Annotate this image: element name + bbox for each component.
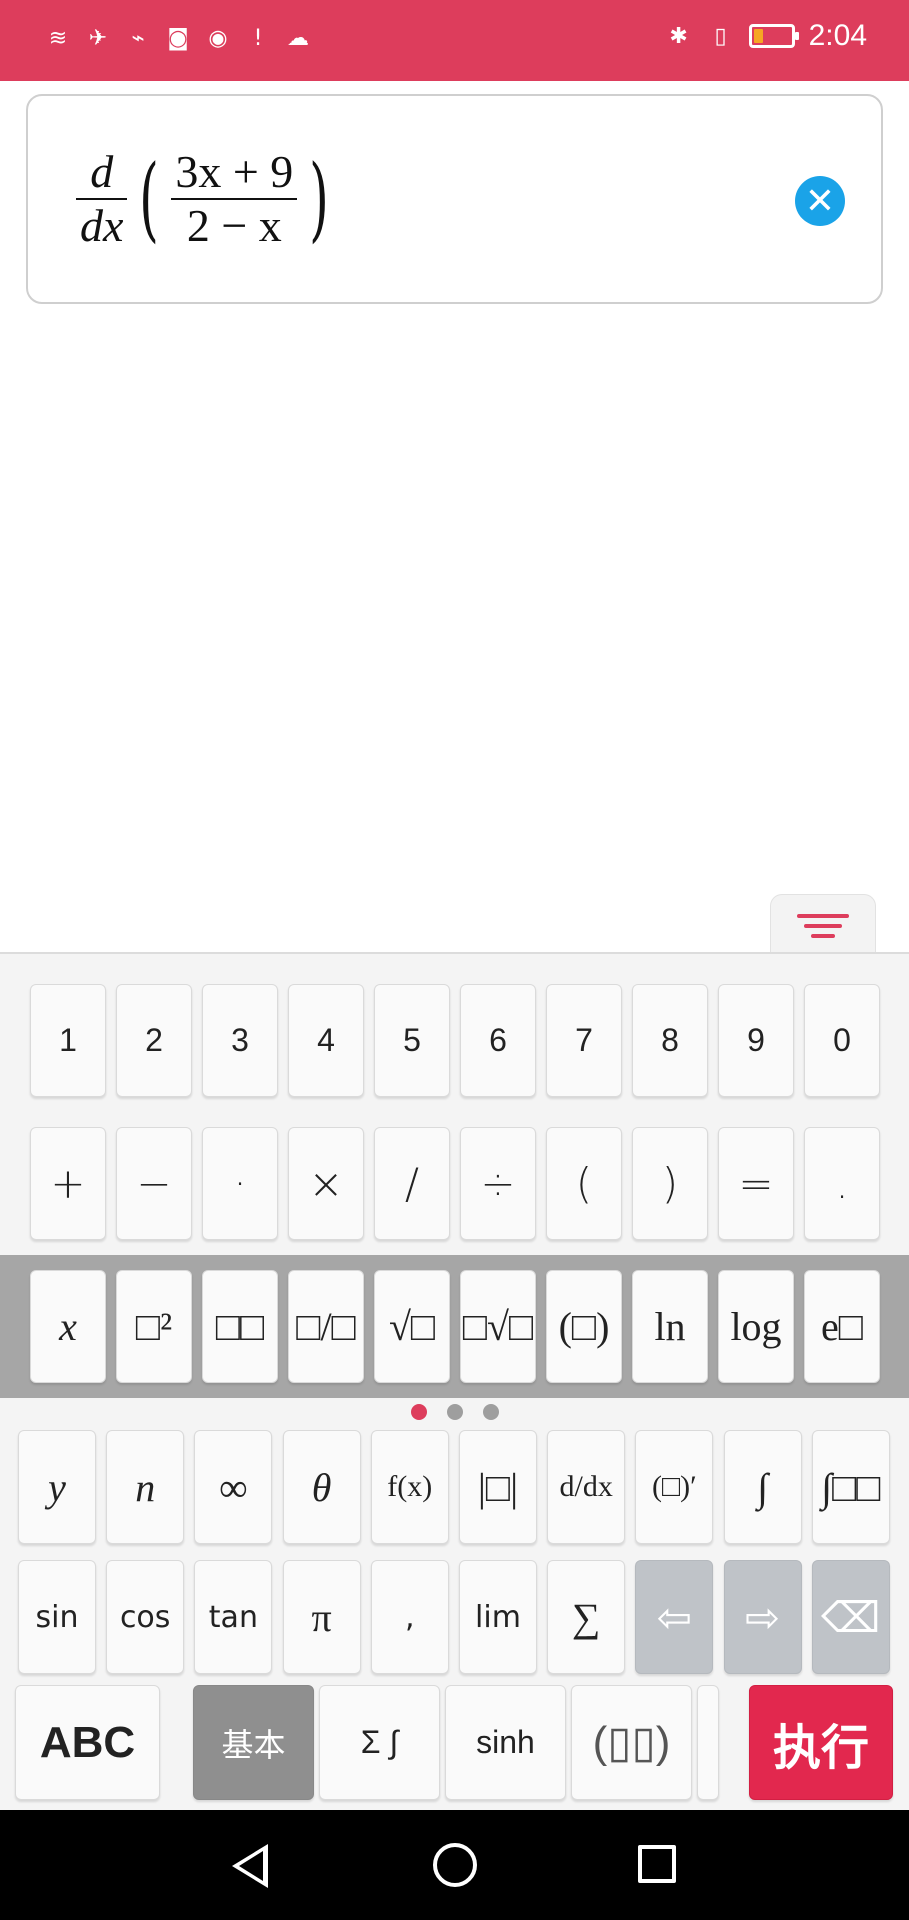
function-key[interactable]: sin <box>18 1560 96 1674</box>
tab-sigma-integral[interactable]: Σ ∫ <box>319 1685 440 1800</box>
symbol-key[interactable]: y <box>18 1430 96 1544</box>
template-key[interactable]: e□ <box>804 1270 880 1383</box>
inner-numerator: 3x + 9 <box>175 146 294 197</box>
game-icon: ◙ <box>167 25 189 51</box>
tab-basic[interactable]: 基本 <box>193 1685 314 1800</box>
digit-key[interactable]: 2 <box>116 984 192 1097</box>
operator-key[interactable]: · <box>202 1127 278 1240</box>
function-key[interactable]: cos <box>106 1560 185 1674</box>
digit-key[interactable]: 5 <box>374 984 450 1097</box>
expression-input[interactable]: d dx ( 3x + 9 2 − x ) ✕ <box>26 94 883 304</box>
status-right-icons: ✱ ▯ 2:04 <box>665 18 867 54</box>
template-key[interactable]: √□ <box>374 1270 450 1383</box>
digit-key[interactable]: 1 <box>30 984 106 1097</box>
function-key[interactable]: lim <box>459 1560 537 1674</box>
digit-key[interactable]: 4 <box>288 984 364 1097</box>
digit-key[interactable]: 7 <box>546 984 622 1097</box>
symbol-key[interactable]: n <box>106 1430 185 1544</box>
uc-browser-icon: ☁ <box>287 25 309 51</box>
left-paren: ( <box>139 145 160 253</box>
digit-key[interactable]: 0 <box>804 984 880 1097</box>
operator-key[interactable]: ) <box>632 1127 708 1240</box>
expression-math: d dx ( 3x + 9 2 − x ) <box>72 145 337 253</box>
navigation-bar <box>0 1810 909 1920</box>
symbol-key[interactable]: ∞ <box>194 1430 273 1544</box>
back-icon-inner <box>239 1851 263 1881</box>
operator-key[interactable]: / <box>374 1127 450 1240</box>
function-key[interactable]: tan <box>194 1560 273 1674</box>
inner-denominator: 2 − x <box>186 200 282 252</box>
function-key[interactable]: , <box>370 1560 449 1674</box>
template-key[interactable]: □/□ <box>288 1270 364 1383</box>
function-key[interactable]: ∑ <box>547 1560 626 1674</box>
operator-key[interactable]: × <box>288 1127 364 1240</box>
clear-icon[interactable]: ✕ <box>795 176 845 226</box>
digit-key[interactable]: 8 <box>632 984 708 1097</box>
function-key[interactable]: ⌫ <box>811 1560 890 1674</box>
alert-icon: ! <box>253 25 263 51</box>
template-key[interactable]: □√□ <box>460 1270 536 1383</box>
function-key[interactable]: π <box>282 1560 361 1674</box>
page-dot <box>446 1404 463 1420</box>
operator-key[interactable]: = <box>718 1127 794 1240</box>
operator-key[interactable]: − <box>116 1127 192 1240</box>
keyboard-toggle-button[interactable] <box>770 894 876 956</box>
template-key[interactable]: log <box>718 1270 794 1383</box>
page-indicator <box>0 1404 909 1420</box>
bluetooth-icon: ✱ <box>669 23 688 49</box>
tab-hyperbolic[interactable]: sinh <box>445 1685 566 1800</box>
digit-key[interactable]: 6 <box>460 984 536 1097</box>
template-key[interactable]: x <box>30 1270 106 1383</box>
symbol-key[interactable]: ∫ <box>723 1430 802 1544</box>
operator-key[interactable]: ÷ <box>460 1127 536 1240</box>
operator-key[interactable]: . <box>804 1127 880 1240</box>
status-bar: ≋ ✈ ⌁ ◙ ◉ ! ☁ ✱ ▯ 2:04 <box>0 0 909 81</box>
symbol-key[interactable]: d/dx <box>547 1430 626 1544</box>
battery-icon <box>748 24 799 48</box>
status-left-icons: ≋ ✈ ⌁ ◙ ◉ ! ☁ <box>44 20 312 56</box>
symbol-key[interactable]: ∫□□ <box>811 1430 890 1544</box>
derivative-denominator: dx <box>80 200 124 252</box>
vibrate-icon: ▯ <box>714 23 727 49</box>
tab-overflow[interactable] <box>697 1685 719 1800</box>
page-dot <box>482 1404 499 1420</box>
inner-fraction: 3x + 9 2 − x <box>171 146 298 252</box>
operator-key[interactable]: ( <box>546 1127 622 1240</box>
activity-icon: ⌁ <box>131 25 145 51</box>
template-key[interactable]: □² <box>116 1270 192 1383</box>
clock: 2:04 <box>808 19 867 52</box>
browser-icon: ◉ <box>208 25 228 51</box>
symbol-key[interactable]: f(x) <box>370 1430 449 1544</box>
right-paren: ) <box>309 145 330 253</box>
template-key[interactable]: ln <box>632 1270 708 1383</box>
page-dot <box>410 1404 427 1420</box>
symbol-key[interactable]: (□)′ <box>635 1430 714 1544</box>
derivative-numerator: d <box>90 146 114 197</box>
operator-key[interactable]: + <box>30 1127 106 1240</box>
function-key[interactable]: ⇨ <box>723 1560 802 1674</box>
airplane-mode-icon: ✈ <box>88 25 108 51</box>
template-key[interactable]: (□) <box>546 1270 622 1383</box>
digit-key[interactable]: 9 <box>718 984 794 1097</box>
symbol-key[interactable]: θ <box>282 1430 361 1544</box>
digit-key[interactable]: 3 <box>202 984 278 1097</box>
symbol-key[interactable]: |□| <box>459 1430 537 1544</box>
home-icon[interactable] <box>433 1843 477 1887</box>
derivative-operator: d dx <box>76 146 128 252</box>
execute-button[interactable]: 执行 <box>749 1685 893 1800</box>
filter-icon <box>797 913 849 938</box>
tab-matrix[interactable]: (▯▯) <box>571 1685 692 1800</box>
recent-apps-icon[interactable] <box>638 1845 676 1883</box>
wifi-icon: ≋ <box>48 25 68 51</box>
battery-level <box>753 29 763 43</box>
function-key[interactable]: ⇦ <box>635 1560 714 1674</box>
template-key[interactable]: □□ <box>202 1270 278 1383</box>
abc-mode-button[interactable]: ABC <box>15 1685 160 1800</box>
